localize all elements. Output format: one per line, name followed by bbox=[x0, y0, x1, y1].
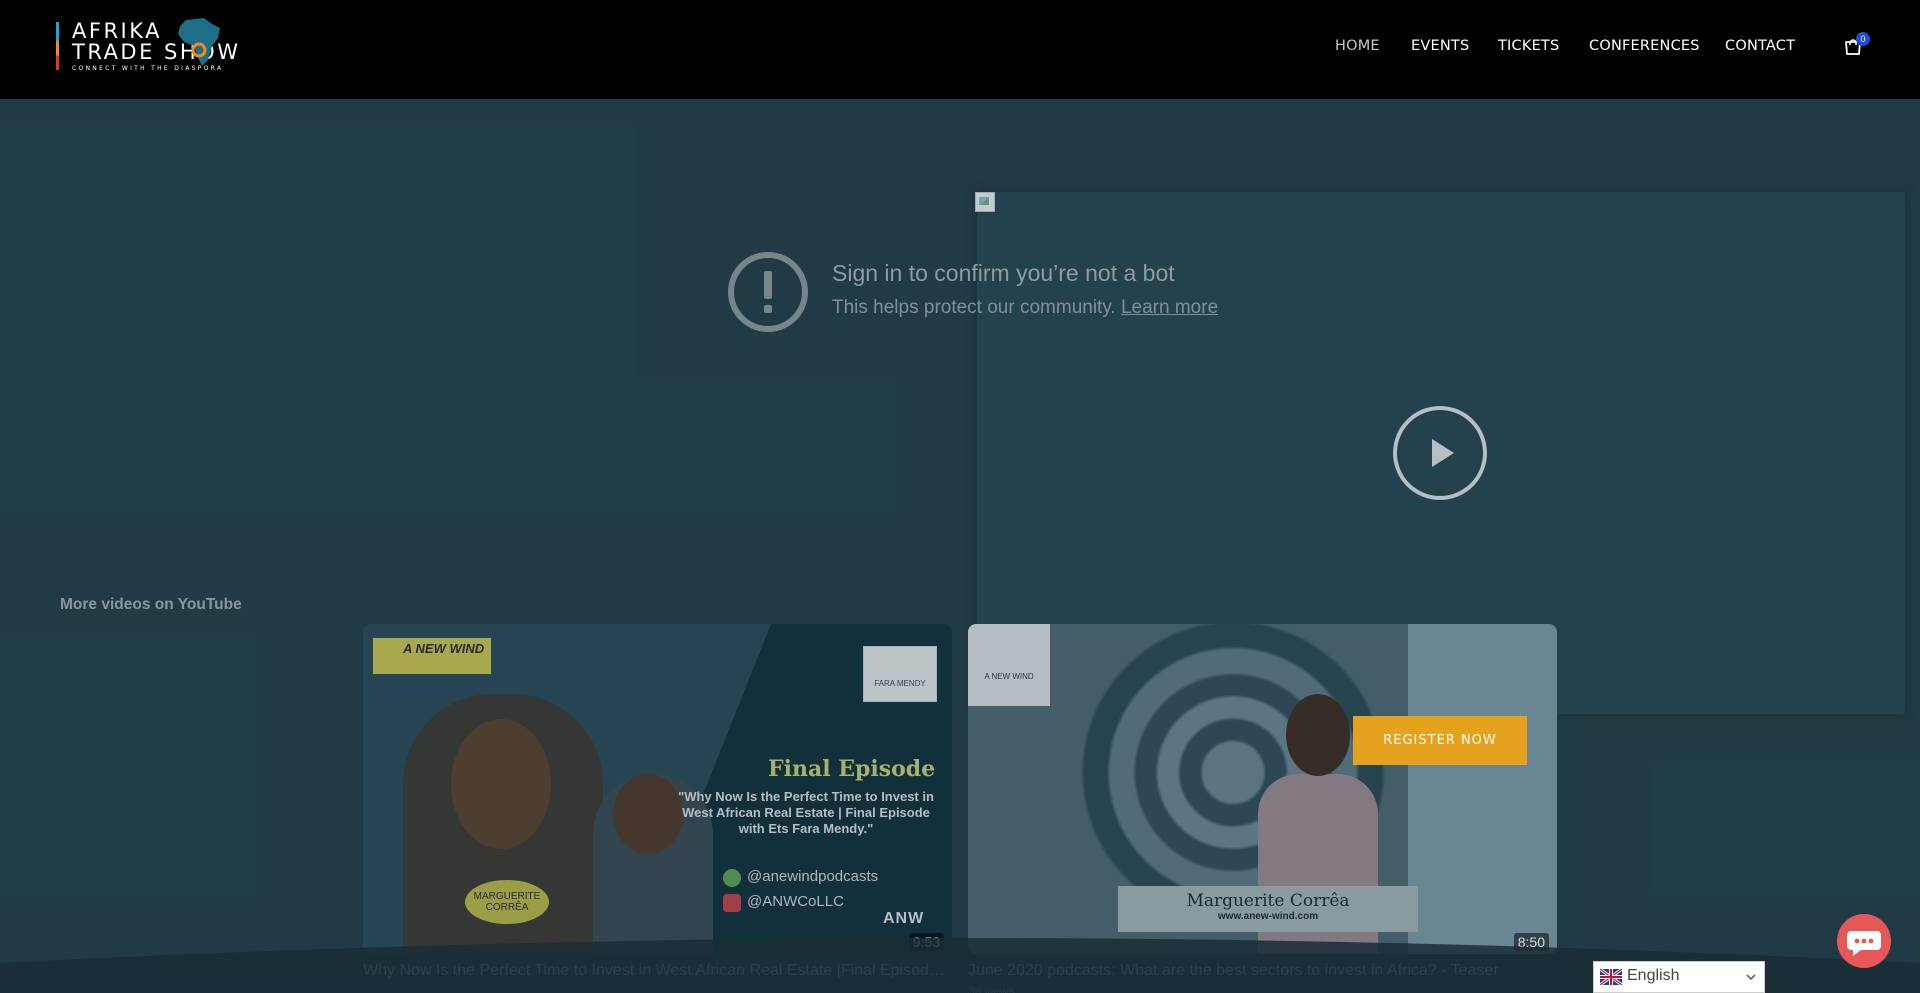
logo-line-1: AFRIKA bbox=[72, 19, 162, 43]
thumbnail-name-badge: MARGUERITE CORRÊA bbox=[465, 880, 549, 924]
video-meta: 38 views bbox=[968, 984, 1015, 993]
language-selector[interactable]: English bbox=[1593, 961, 1765, 993]
play-icon[interactable] bbox=[1392, 405, 1488, 501]
nav-tickets[interactable]: TICKETS bbox=[1498, 38, 1559, 54]
video-duration: 9:53 bbox=[908, 933, 944, 951]
broken-image-icon bbox=[975, 192, 995, 212]
bot-check-title: Sign in to confirm you’re not a bot bbox=[832, 260, 1175, 286]
video-card-1[interactable]: A NEW WIND MARGUERITE CORRÊA FARA MENDY … bbox=[363, 624, 952, 979]
video-thumbnail[interactable]: A NEW WIND MARGUERITE CORRÊA FARA MENDY … bbox=[363, 624, 952, 954]
thumbnail-handle-2: @ANWCoLLC bbox=[747, 893, 844, 910]
register-now-button[interactable]: REGISTER NOW bbox=[1353, 716, 1527, 765]
thumbnail-heading: Final Episode bbox=[768, 756, 936, 782]
video-title[interactable]: Why Now Is the Perfect Time to Invest in… bbox=[363, 962, 952, 980]
uk-flag-icon bbox=[1600, 969, 1622, 985]
bot-check-text: This helps protect our community. bbox=[832, 297, 1116, 318]
cart-count-badge: 0 bbox=[1856, 32, 1870, 46]
thumbnail-name-band: Marguerite Corrêa www.anew-wind.com bbox=[1118, 886, 1418, 932]
learn-more-link[interactable]: Learn more bbox=[1121, 297, 1218, 318]
spotify-icon bbox=[723, 869, 741, 887]
bot-check-subtitle: This helps protect our community. Learn … bbox=[832, 297, 1218, 319]
thumbnail-corner-logo: A NEW WIND bbox=[968, 624, 1050, 706]
africa-map-icon bbox=[178, 18, 220, 66]
thumbnail-quote: "Why Now Is the Perfect Time to Invest i… bbox=[678, 789, 934, 836]
site-header: AFRIKA TRADE SHOW CONNECT WITH THE DIASP… bbox=[0, 0, 1920, 99]
badge-line-2: CORRÊA bbox=[485, 902, 529, 913]
video-title[interactable]: June 2020 podcasts: What are the best se… bbox=[968, 962, 1557, 980]
language-label: English bbox=[1627, 967, 1680, 984]
video-card-2[interactable]: A NEW WIND Marguerite Corrêa www.anew-wi… bbox=[968, 624, 1557, 993]
badge-line-1: MARGUERITE bbox=[473, 891, 541, 902]
nav-home[interactable]: HOME bbox=[1335, 38, 1380, 54]
thumbnail-name: Marguerite Corrêa bbox=[1186, 891, 1350, 911]
chat-button[interactable] bbox=[1837, 914, 1891, 968]
youtube-icon bbox=[723, 894, 741, 912]
thumbnail-corner-logo: ANW bbox=[883, 910, 925, 927]
nav-conferences[interactable]: CONFERENCES bbox=[1589, 38, 1700, 54]
thumbnail-handle-1: @anewindpodcasts bbox=[747, 868, 879, 885]
afrika-trade-show-logo[interactable]: AFRIKA TRADE SHOW CONNECT WITH THE DIASP… bbox=[56, 16, 242, 76]
nav-events[interactable]: EVENTS bbox=[1411, 38, 1469, 54]
thumbnail-partner-logo: FARA MENDY bbox=[863, 646, 937, 702]
chat-bubble-icon bbox=[1847, 931, 1881, 956]
thumbnail-window bbox=[1408, 624, 1557, 954]
nav-contact[interactable]: CONTACT bbox=[1725, 38, 1795, 54]
exclamation-circle-icon bbox=[728, 252, 808, 332]
video-duration: 8:50 bbox=[1513, 933, 1549, 951]
more-videos-label: More videos on YouTube bbox=[60, 596, 242, 613]
thumbnail-face bbox=[1286, 694, 1350, 776]
logo-accent-bar bbox=[56, 22, 59, 70]
video-thumbnail[interactable]: A NEW WIND Marguerite Corrêa www.anew-wi… bbox=[968, 624, 1557, 954]
chevron-down-icon bbox=[1746, 974, 1756, 981]
thumbnail-brand: A NEW WIND bbox=[373, 638, 491, 674]
thumbnail-url: www.anew-wind.com bbox=[1217, 911, 1319, 922]
thumbnail-face bbox=[451, 719, 551, 849]
